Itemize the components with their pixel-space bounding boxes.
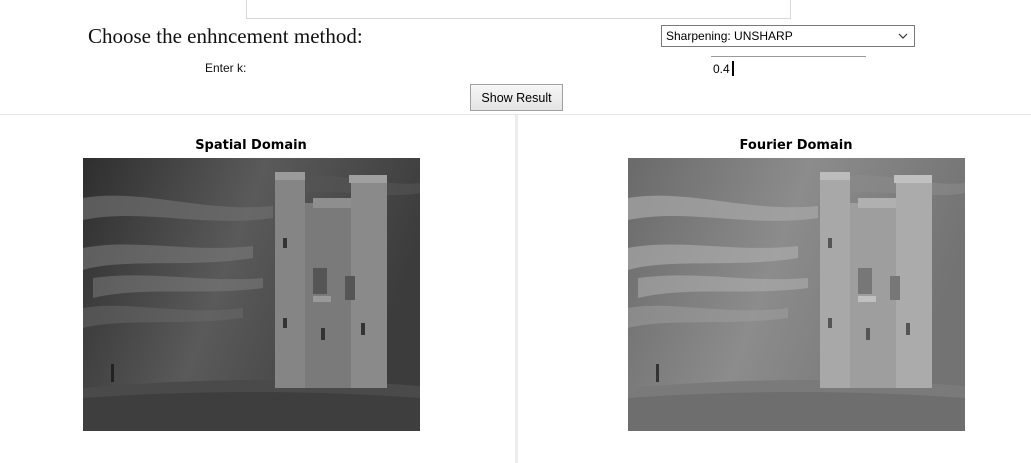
show-result-button[interactable]: Show Result	[470, 84, 563, 111]
method-select[interactable]: Sharpening: UNSHARP	[661, 25, 915, 47]
k-input-value: 0.4	[713, 62, 730, 76]
vertical-divider	[515, 115, 518, 463]
spatial-domain-image	[83, 158, 420, 431]
app-window: Choose the enhncement method: Sharpening…	[0, 0, 1031, 463]
method-label: Choose the enhncement method:	[88, 24, 363, 48]
fourier-domain-image	[628, 158, 965, 431]
method-select-value: Sharpening: UNSHARP	[666, 29, 793, 43]
k-input[interactable]: 0.4	[711, 56, 866, 78]
text-caret	[732, 61, 734, 76]
spatial-domain-title: Spatial Domain	[195, 138, 307, 153]
k-label: Enter k:	[205, 61, 247, 75]
top-panel-box	[246, 0, 791, 19]
fourier-domain-title: Fourier Domain	[739, 138, 853, 153]
chevron-down-icon	[898, 33, 908, 39]
